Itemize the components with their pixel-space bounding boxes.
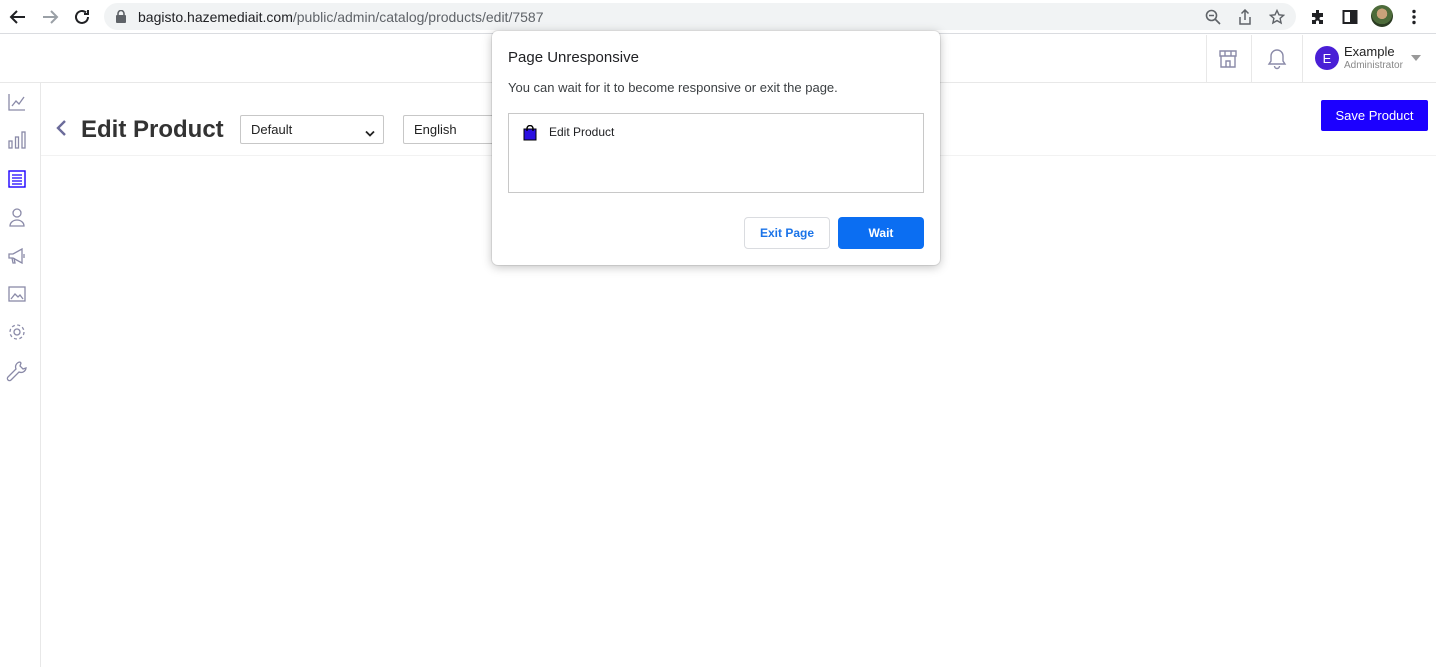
channel-select[interactable]: Default [240,115,384,144]
user-avatar[interactable]: E [1315,46,1339,70]
browser-toolbar: bagisto.hazemediait.com/public/admin/cat… [0,0,1436,34]
cms-image-icon[interactable] [6,283,28,305]
channel-select-value: Default [251,122,293,137]
address-bar[interactable]: bagisto.hazemediait.com/public/admin/cat… [104,3,1296,30]
save-product-button[interactable]: Save Product [1321,100,1428,131]
forward-icon[interactable] [38,5,62,29]
chevron-down-icon [365,126,375,141]
sidebar [0,83,41,667]
chevron-down-icon[interactable] [1411,55,1421,61]
locale-select[interactable]: English [403,115,495,144]
reload-icon[interactable] [70,5,94,29]
user-role: Administrator [1344,60,1403,71]
zoom-icon[interactable] [1204,8,1222,26]
lock-icon [116,9,126,28]
bookmark-star-icon[interactable] [1268,8,1286,26]
dialog-message: You can wait for it to become responsive… [508,80,838,95]
share-icon[interactable] [1236,8,1254,26]
list-item-label: Edit Product [549,125,615,139]
marketing-megaphone-icon[interactable] [6,245,28,267]
back-chevron-icon[interactable] [55,119,67,142]
side-panel-icon[interactable] [1339,6,1361,28]
sales-chart-icon[interactable] [6,129,28,151]
menu-kebab-icon[interactable] [1403,6,1425,28]
tools-wrench-icon[interactable] [6,360,28,382]
page-unresponsive-dialog: Page Unresponsive You can wait for it to… [492,31,940,265]
user-name[interactable]: Example [1344,44,1395,59]
header-divider [1302,35,1303,82]
header-divider [1206,35,1207,82]
profile-avatar-icon[interactable] [1371,5,1393,27]
wait-button[interactable]: Wait [838,217,924,249]
unresponsive-pages-list: Edit Product [508,113,924,193]
exit-page-button[interactable]: Exit Page [744,217,830,249]
dashboard-icon[interactable] [6,91,28,113]
dialog-title: Page Unresponsive [508,49,639,66]
catalog-icon[interactable] [6,168,28,190]
settings-gear-icon[interactable] [6,321,28,343]
shopping-bag-icon [523,124,537,146]
header-divider [1251,35,1252,82]
url-text: bagisto.hazemediait.com/public/admin/cat… [138,9,544,25]
bell-icon[interactable] [1265,47,1289,71]
storefront-icon[interactable] [1216,47,1240,71]
back-icon[interactable] [6,5,30,29]
customers-icon[interactable] [6,206,28,228]
page-title: Edit Product [81,116,224,143]
extensions-icon[interactable] [1307,6,1329,28]
locale-select-value: English [414,122,457,137]
